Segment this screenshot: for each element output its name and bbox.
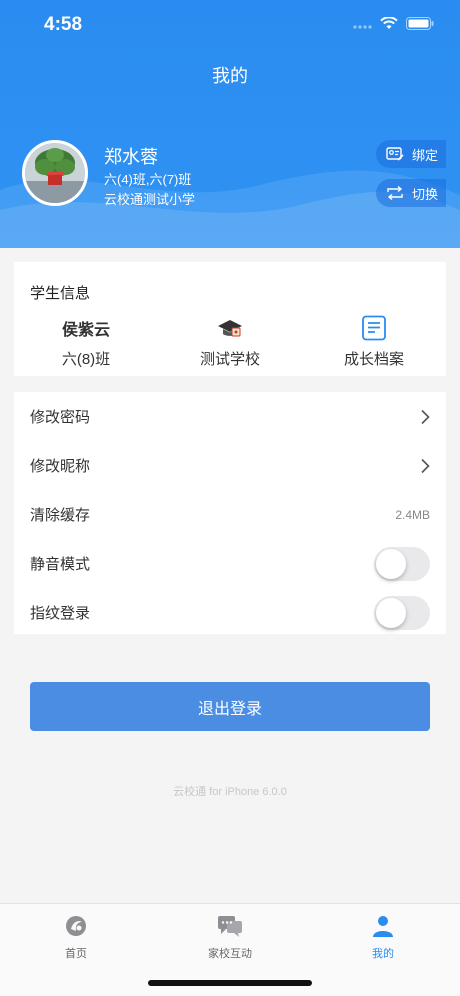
page-title: 我的	[212, 66, 248, 86]
tab-home-label: 首页	[65, 948, 87, 960]
switch-arrows-icon	[387, 186, 403, 200]
profile-header: 4:58 我的 郑水蓉 六(4)班,六(7)班 云校通测试小学 绑定 切换	[0, 0, 460, 248]
home-indicator	[148, 980, 312, 986]
tab-home[interactable]: 首页	[26, 912, 126, 961]
battery-icon	[406, 17, 434, 30]
graduation-cap-icon	[218, 320, 242, 337]
fingerprint-login-label: 指纹登录	[30, 605, 91, 622]
status-icons	[352, 17, 434, 30]
clear-cache-row[interactable]: 清除缓存 2.4MB	[14, 490, 446, 539]
student-class: 六(8)班	[61, 351, 111, 368]
tab-mine-label: 我的	[372, 948, 394, 960]
student-info-title: 学生信息	[30, 285, 91, 302]
fingerprint-login-row: 指纹登录	[14, 588, 446, 637]
bind-button[interactable]: 绑定	[376, 140, 446, 168]
user-classes: 六(4)班,六(7)班	[104, 172, 192, 187]
bind-label: 绑定	[412, 147, 439, 163]
change-nickname-row[interactable]: 修改昵称	[14, 441, 446, 490]
cache-size: 2.4MB	[395, 507, 430, 522]
version-text: 云校通 for iPhone 6.0.0	[173, 786, 287, 798]
school-column[interactable]: 测试学校	[160, 314, 300, 369]
signal-icon	[353, 24, 372, 29]
student-info-card: 学生信息 侯紫云 六(8)班 测试学校 成长档案	[14, 262, 446, 376]
change-password-row[interactable]: 修改密码	[14, 392, 446, 441]
mute-mode-label: 静音模式	[30, 556, 91, 573]
wifi-icon	[380, 17, 398, 29]
chevron-right-icon	[421, 409, 430, 424]
tab-interaction-label: 家校互动	[208, 948, 252, 960]
home-logo-icon	[66, 916, 86, 936]
bind-card-icon	[386, 146, 404, 161]
avatar-plant-image	[25, 143, 85, 203]
document-archive-icon	[362, 315, 386, 341]
student-name: 侯紫云	[61, 322, 110, 339]
school-label: 测试学校	[199, 351, 260, 368]
archive-label: 成长档案	[343, 351, 404, 368]
change-nickname-label: 修改昵称	[30, 458, 91, 475]
mute-mode-toggle[interactable]	[374, 546, 430, 581]
chevron-right-icon	[421, 458, 430, 473]
switch-label: 切换	[412, 186, 439, 202]
status-bar: 4:58	[0, 0, 460, 50]
fingerprint-login-toggle[interactable]	[374, 595, 430, 630]
clear-cache-label: 清除缓存	[30, 507, 91, 524]
chat-bubbles-icon	[218, 916, 242, 937]
status-time: 4:58	[44, 14, 83, 35]
toggle-knob	[376, 597, 406, 628]
tab-interaction[interactable]: 家校互动	[180, 912, 280, 961]
toggle-knob	[376, 548, 406, 579]
person-icon	[373, 916, 393, 937]
settings-card: 修改密码 修改昵称 清除缓存 2.4MB 静音模式 指纹登录	[14, 392, 446, 634]
mute-mode-row: 静音模式	[14, 539, 446, 588]
user-school: 云校通测试小学	[104, 192, 196, 207]
avatar[interactable]	[22, 140, 88, 206]
growth-archive-column[interactable]: 成长档案	[304, 314, 444, 369]
change-password-label: 修改密码	[30, 409, 91, 426]
switch-button[interactable]: 切换	[376, 179, 446, 207]
tab-mine[interactable]: 我的	[333, 912, 433, 961]
user-name: 郑水蓉	[104, 147, 158, 167]
student-name-column[interactable]: 侯紫云 六(8)班	[16, 314, 156, 369]
logout-button[interactable]: 退出登录	[30, 682, 430, 731]
